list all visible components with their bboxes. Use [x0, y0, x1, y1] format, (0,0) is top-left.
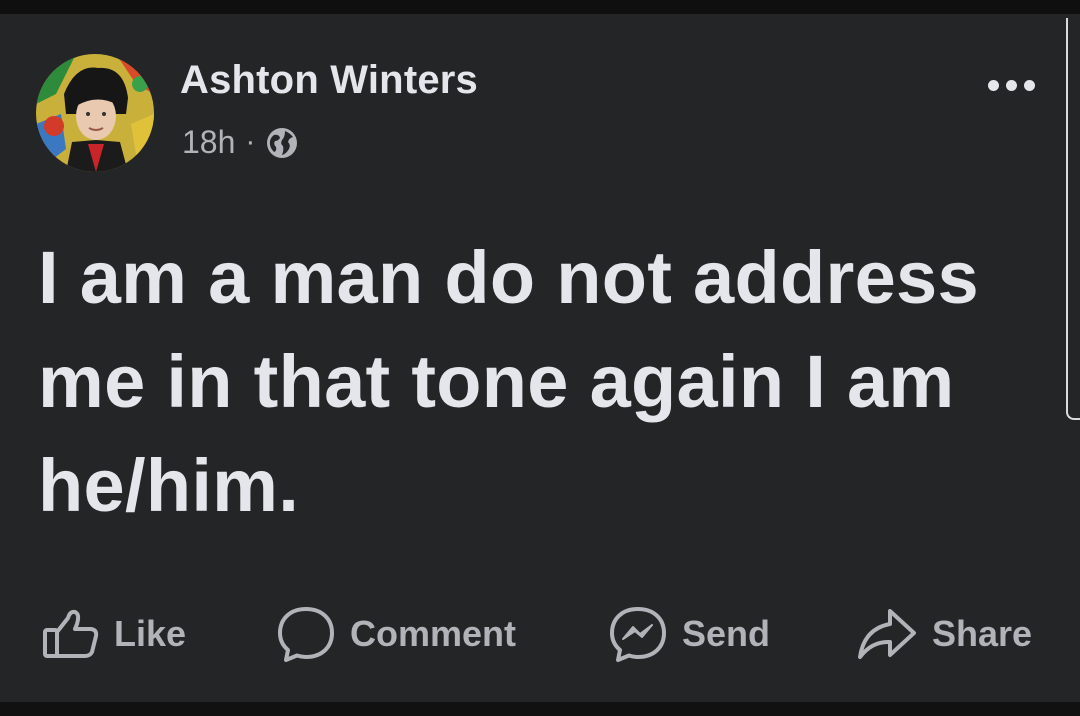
- post-timestamp[interactable]: 18h: [182, 124, 235, 161]
- bottom-divider: [0, 702, 1080, 716]
- comment-bubble-icon: [278, 607, 334, 662]
- post-text: I am a man do not address me in that ton…: [38, 236, 979, 527]
- share-arrow-icon: [858, 609, 916, 659]
- top-divider: [0, 0, 1080, 14]
- like-label: Like: [114, 613, 187, 654]
- thumbs-up-icon: [43, 609, 99, 658]
- avatar[interactable]: [36, 54, 154, 172]
- post-card: Ashton Winters 18h · I am a man do not a…: [0, 14, 1066, 702]
- globe-icon[interactable]: [265, 126, 299, 160]
- like-button[interactable]: Like: [42, 604, 186, 664]
- comment-label: Comment: [350, 613, 517, 654]
- meta-separator: ·: [245, 125, 256, 158]
- share-button[interactable]: Share: [856, 604, 1032, 664]
- post-meta: 18h ·: [182, 122, 299, 162]
- scrollbar-edge: [1066, 18, 1080, 420]
- send-label: Send: [682, 613, 771, 654]
- share-label: Share: [932, 613, 1033, 654]
- more-options-icon[interactable]: [988, 70, 1052, 100]
- avatar-image: [36, 54, 154, 172]
- messenger-icon: [610, 607, 666, 662]
- post-actions-bar: Like Comment Send Share: [0, 604, 1066, 664]
- send-button[interactable]: Send: [608, 604, 770, 664]
- author-name[interactable]: Ashton Winters: [180, 58, 478, 103]
- comment-button[interactable]: Comment: [276, 604, 516, 664]
